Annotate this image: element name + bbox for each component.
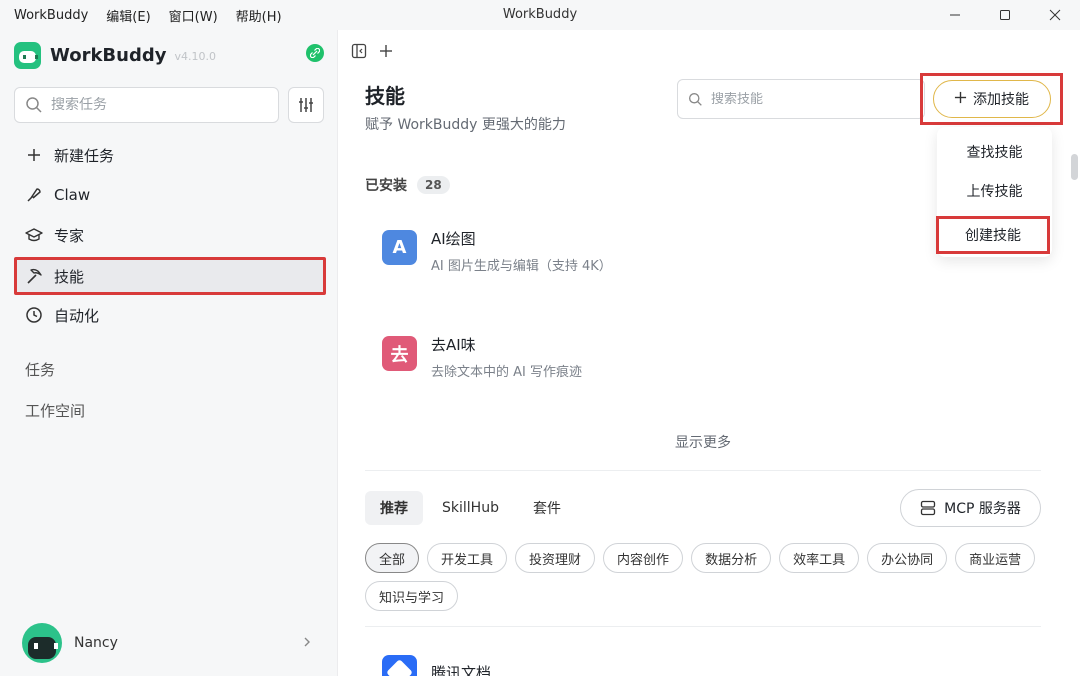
create-skill-label: 创建技能 (965, 228, 1021, 244)
category-chips: 全部 开发工具 投资理财 内容创作 数据分析 效率工具 办公协同 商业运营 知识… (365, 543, 1045, 619)
mcp-server-label: MCP 服务器 (944, 501, 1021, 517)
skill-item-tencent-docs[interactable]: 腾讯文档 (382, 655, 491, 676)
plus-icon (24, 145, 44, 165)
sidebar-item-label: 专家 (54, 226, 85, 245)
divider (365, 470, 1041, 471)
sidebar-nav: 新建任务 Claw 专家 技能 自动化 (14, 135, 326, 335)
user-name: Nancy (74, 635, 118, 651)
search-icon (689, 92, 702, 106)
claw-icon (24, 185, 44, 205)
installed-count-badge: 28 (417, 176, 450, 194)
skill-name: 腾讯文档 (431, 664, 492, 676)
menu-bar: WorkBuddy 编辑(E) 窗口(W) 帮助(H) (0, 0, 300, 30)
chip-data-analysis[interactable]: 数据分析 (691, 543, 772, 573)
skill-search-input[interactable] (711, 91, 911, 107)
add-skill-label: 添加技能 (973, 92, 1029, 108)
divider (365, 626, 1041, 627)
installed-label: 已安装 (365, 178, 407, 194)
sidebar-item-label: 新建任务 (54, 146, 115, 165)
sidebar-item-new-task[interactable]: 新建任务 (14, 135, 326, 175)
link-icon[interactable] (306, 44, 324, 62)
brand-name: WorkBuddy (50, 44, 167, 66)
skill-search-box[interactable] (677, 79, 925, 119)
skill-tabs: 推荐 SkillHub 套件 (365, 491, 580, 525)
skill-text: 去AI味 去除文本中的 AI 写作痕迹 (431, 334, 582, 380)
chip-investment[interactable]: 投资理财 (515, 543, 596, 573)
add-skill-highlight: 添加技能 (920, 73, 1063, 125)
filter-button[interactable] (288, 87, 324, 123)
chip-dev-tools[interactable]: 开发工具 (427, 543, 508, 573)
sliders-icon (299, 98, 313, 112)
skill-text: AI绘图 AI 图片生成与编辑（支持 4K） (431, 228, 612, 274)
menu-item-create-skill[interactable]: 创建技能 (936, 216, 1050, 254)
plus-icon (954, 90, 967, 108)
menu-item-find-skill[interactable]: 查找技能 (937, 142, 1052, 162)
skill-name: 去AI味 (431, 336, 476, 354)
tab-recommended[interactable]: 推荐 (365, 491, 423, 525)
clock-icon (24, 305, 44, 325)
skill-desc: AI 图片生成与编辑（支持 4K） (431, 259, 612, 274)
chip-all[interactable]: 全部 (365, 543, 420, 573)
mcp-server-button[interactable]: MCP 服务器 (900, 489, 1041, 527)
chip-office-collab[interactable]: 办公协同 (867, 543, 948, 573)
menu-window[interactable]: 窗口(W) (169, 6, 218, 25)
sidebar-item-experts[interactable]: 专家 (14, 215, 326, 255)
minimize-icon[interactable] (930, 0, 980, 30)
add-skill-button[interactable]: 添加技能 (932, 80, 1051, 118)
server-icon (920, 500, 936, 516)
menu-help[interactable]: 帮助(H) (236, 6, 282, 25)
page-title: 技能 (365, 84, 405, 108)
menu-edit[interactable]: 编辑(E) (106, 6, 150, 25)
search-icon (26, 97, 42, 113)
skill-desc: 去除文本中的 AI 写作痕迹 (431, 365, 582, 380)
brand: WorkBuddy v4.10.0 (14, 40, 216, 70)
sidebar-toggle-icon[interactable] (351, 43, 367, 59)
workbuddy-logo-icon (14, 41, 41, 69)
show-more-link[interactable]: 显示更多 (339, 432, 1067, 452)
scrollbar[interactable] (1071, 154, 1078, 180)
sidebar-item-label: 技能 (54, 267, 85, 286)
sidebar: WorkBuddy v4.10.0 新建任务 Claw (0, 30, 338, 676)
chevron-right-icon (302, 635, 312, 651)
main-toolbar (351, 40, 393, 62)
chip-content-creation[interactable]: 内容创作 (603, 543, 684, 573)
skill-name: AI绘图 (431, 230, 476, 248)
chip-efficiency-tools[interactable]: 效率工具 (779, 543, 860, 573)
close-icon[interactable] (1030, 0, 1080, 30)
skill-item-remove-ai-tone[interactable]: 去 去AI味 去除文本中的 AI 写作痕迹 (382, 336, 582, 380)
menu-item-upload-skill[interactable]: 上传技能 (937, 181, 1052, 201)
tab-skillhub[interactable]: SkillHub (427, 491, 514, 525)
sidebar-item-label: Claw (54, 186, 91, 204)
sidebar-item-claw[interactable]: Claw (14, 175, 326, 215)
ai-drawing-icon: A (382, 230, 417, 265)
skill-item-ai-drawing[interactable]: A AI绘图 AI 图片生成与编辑（支持 4K） (382, 230, 612, 274)
task-search-input[interactable] (51, 97, 271, 113)
pickaxe-icon (24, 266, 44, 286)
installed-header: 已安装 28 (365, 175, 450, 195)
graduation-cap-icon (24, 225, 44, 245)
new-tab-plus-icon[interactable] (379, 44, 393, 58)
window-controls (930, 0, 1080, 30)
chip-business-ops[interactable]: 商业运营 (955, 543, 1036, 573)
tencent-docs-icon (382, 655, 417, 676)
section-tasks[interactable]: 任务 (25, 359, 55, 380)
chip-knowledge-learning[interactable]: 知识与学习 (365, 581, 459, 611)
section-workspace[interactable]: 工作空间 (25, 400, 85, 421)
tab-bundles[interactable]: 套件 (518, 491, 576, 525)
sidebar-item-label: 自动化 (54, 306, 100, 325)
version-label: v4.10.0 (174, 50, 216, 63)
menu-app[interactable]: WorkBuddy (14, 8, 88, 23)
maximize-icon[interactable] (980, 0, 1030, 30)
page-subtitle: 赋予 WorkBuddy 更强大的能力 (365, 117, 566, 133)
task-search-box[interactable] (14, 87, 279, 123)
main-panel: 技能 赋予 WorkBuddy 更强大的能力 添加技能 查找技能 上传技能 创建… (339, 30, 1080, 676)
remove-ai-tone-icon: 去 (382, 336, 417, 371)
sidebar-item-skills[interactable]: 技能 (14, 257, 326, 295)
avatar (22, 623, 62, 663)
sidebar-item-automation[interactable]: 自动化 (14, 295, 326, 335)
title-bar: WorkBuddy 编辑(E) 窗口(W) 帮助(H) WorkBuddy (0, 0, 1080, 30)
user-profile[interactable]: Nancy (22, 622, 322, 664)
